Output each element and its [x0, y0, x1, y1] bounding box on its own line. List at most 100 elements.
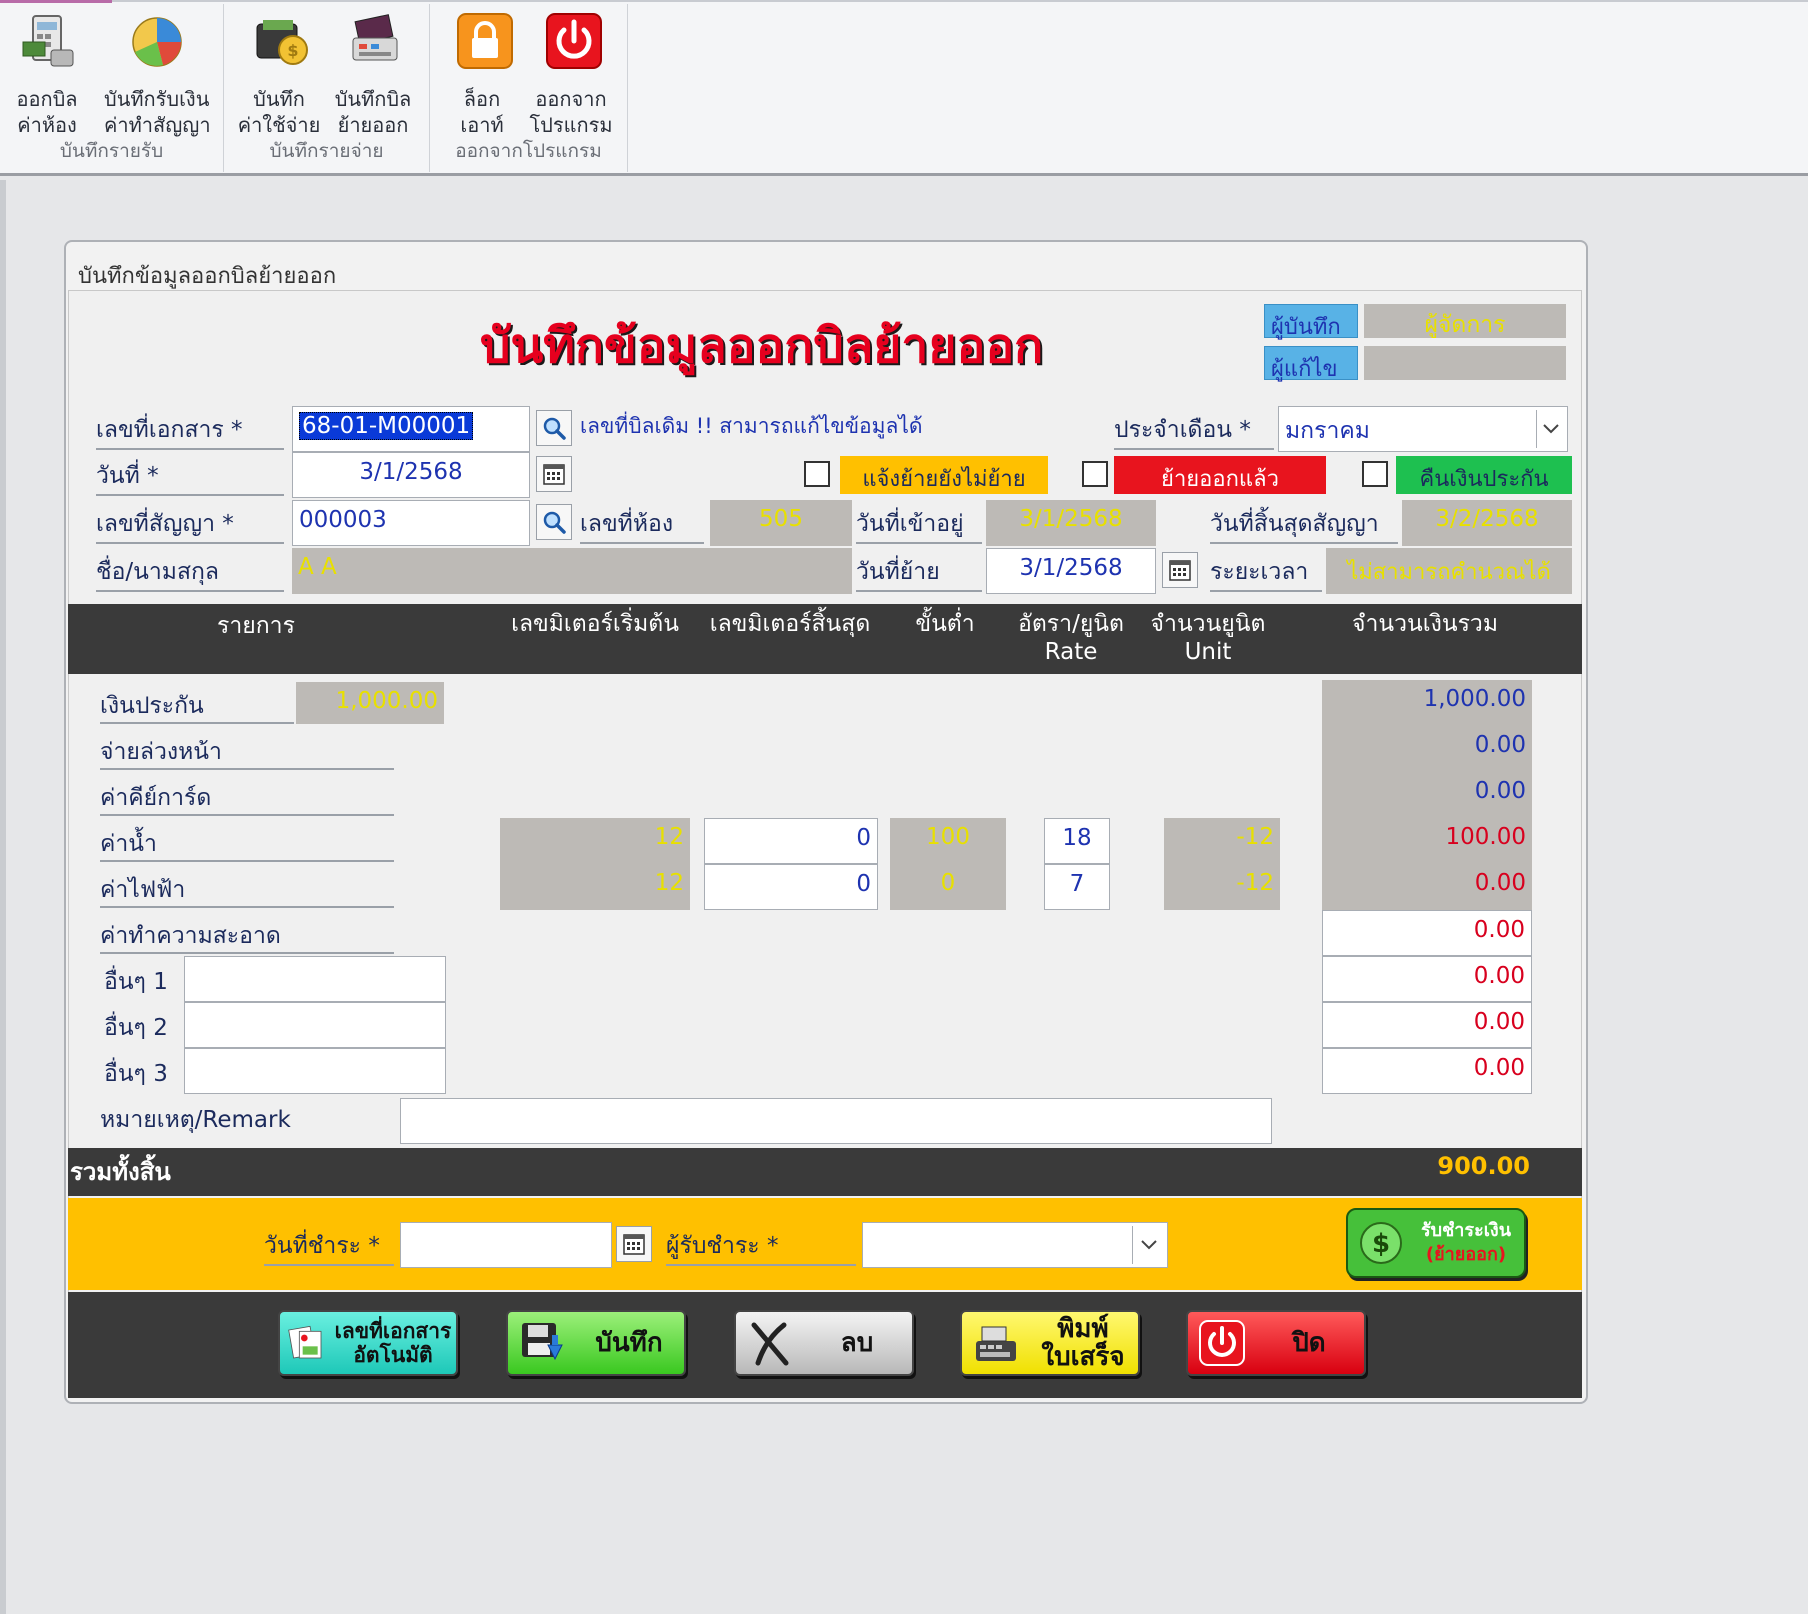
remark-label: หมายเหตุ/Remark [100, 1107, 291, 1133]
save-button[interactable]: บันทึก [506, 1310, 686, 1376]
contract-search-button[interactable] [536, 504, 572, 540]
month-label: ประจำเดือน * [1114, 408, 1274, 450]
ribbon-logout-label1: ล็อก [463, 87, 501, 111]
receive-payment-label1: รับชำระเงิน [1421, 1220, 1511, 1241]
close-label: ปิด [1292, 1328, 1326, 1358]
other1-label: อื่นๆ 1 [104, 969, 168, 995]
electric-minimum: 0 [890, 864, 1006, 910]
payment-date-picker-button[interactable] [616, 1226, 652, 1262]
electric-total: 0.00 [1322, 864, 1532, 910]
advance-label: จ่ายล่วงหน้า [100, 728, 394, 770]
ribbon-group-expense-label: บันทึกรายจ่าย [269, 140, 384, 162]
header-item: รายการ [217, 613, 295, 639]
doc-search-button[interactable] [536, 410, 572, 446]
ribbon-moveout-bill-label2: ย้ายออก [337, 113, 409, 137]
power-icon [1199, 1320, 1245, 1366]
name-value: A A [292, 548, 852, 594]
editor-value [1364, 346, 1566, 380]
date-input[interactable]: 3/1/2568 [292, 452, 530, 498]
deposit-value: 1,000.00 [296, 682, 444, 724]
x-mark-icon [751, 1322, 789, 1366]
receipt-printer-icon [352, 14, 398, 61]
other3-input[interactable] [184, 1048, 446, 1094]
ribbon-moveout-bill-button[interactable]: บันทึกบิล ย้ายออก [330, 10, 416, 140]
form-caption: บันทึกข้อมูลออกบิลย้ายออก [78, 264, 337, 289]
date-picker-button[interactable] [536, 456, 572, 492]
other1-input[interactable] [184, 956, 446, 1002]
receiver-select[interactable] [862, 1222, 1168, 1268]
ribbon-contract-payment-button[interactable]: บันทึกรับเงิน ค่าทำสัญญา [104, 10, 211, 140]
receiver-label: ผู้รับชำระ * [666, 1222, 856, 1266]
lock-icon [457, 13, 513, 69]
ribbon-exit-button[interactable]: ออกจาก โปรแกรม [528, 10, 614, 140]
water-meter-end-input[interactable]: 0 [704, 818, 878, 864]
ribbon-exit-label2: โปรแกรม [529, 113, 613, 137]
recorder-label: ผู้บันทึก [1264, 304, 1358, 340]
contract-label: เลขที่สัญญา * [96, 502, 284, 544]
ribbon-room-bill-label1: ออกบิล [16, 87, 78, 111]
electric-label: ค่าไฟฟ้า [100, 866, 394, 908]
print-label2: ใบเสร็จ [1041, 1342, 1125, 1372]
ribbon-tab-accent [0, 0, 112, 3]
deposit-label: เงินประกัน [100, 682, 294, 724]
receiver-dropdown-button[interactable] [1132, 1226, 1164, 1264]
water-rate-input[interactable]: 18 [1044, 818, 1110, 864]
ribbon-expense-label1: บันทึก [253, 87, 305, 111]
water-minimum: 100 [890, 818, 1006, 864]
payment-date-input[interactable] [400, 1222, 612, 1268]
print-label1: พิมพ์ [1057, 1314, 1109, 1344]
header-rate: อัตรา/ยูนิต Rate [1008, 610, 1134, 666]
doc-no-input-value: 68-01-M00001 [299, 412, 474, 440]
ribbon-exit-label1: ออกจาก [535, 87, 607, 111]
summary-label: รวมทั้งสิ้น [70, 1158, 171, 1186]
month-dropdown-button[interactable] [1536, 410, 1564, 448]
cash-register-icon [976, 1326, 1016, 1361]
header-unit: จำนวนยูนิต Unit [1140, 610, 1276, 666]
receive-payment-label2: (ย้ายออก) [1425, 1244, 1507, 1265]
keycard-label: ค่าคีย์การ์ด [100, 774, 394, 816]
chevron-down-icon [1542, 424, 1559, 434]
remark-input[interactable] [400, 1098, 1272, 1144]
pie-chart-icon [132, 17, 182, 67]
electric-meter-end-input[interactable]: 0 [704, 864, 878, 910]
status-moved-badge: ย้ายออกแล้ว [1114, 456, 1326, 494]
other2-total-input[interactable]: 0.00 [1322, 1002, 1532, 1048]
electric-rate-input[interactable]: 7 [1044, 864, 1110, 910]
water-label: ค่าน้ำ [100, 820, 394, 862]
other3-total-input[interactable]: 0.00 [1322, 1048, 1532, 1094]
other2-input[interactable] [184, 1002, 446, 1048]
close-button[interactable]: ปิด [1186, 1310, 1366, 1376]
ribbon-logout-button[interactable]: ล็อก เอาท์ [439, 10, 525, 140]
money-hand-icon: $ [1360, 1222, 1402, 1264]
notify-move-checkbox[interactable] [804, 461, 830, 487]
move-date-picker-button[interactable] [1162, 552, 1198, 588]
name-label: ชื่อ/นามสกุล [96, 550, 284, 592]
water-unit: -12 [1164, 818, 1280, 864]
auto-doc-number-button[interactable]: เลขที่เอกสาร อัตโนมัติ [278, 1310, 458, 1376]
print-receipt-button[interactable]: พิมพ์ ใบเสร็จ [960, 1310, 1140, 1376]
document-images-icon [288, 1325, 322, 1359]
doc-no-note: เลขที่บิลเดิม !! สามารถแก้ไขข้อมูลได้ [580, 414, 923, 438]
ribbon-contract-payment-label1: บันทึกรับเงิน [104, 87, 210, 111]
doc-no-input[interactable]: 68-01-M00001 [292, 406, 530, 452]
contract-input[interactable]: 000003 [292, 500, 530, 546]
moved-out-checkbox[interactable] [1082, 461, 1108, 487]
form-title: บันทึกข้อมูลออกบิลย้ายออก [480, 318, 1044, 374]
power-icon [546, 13, 602, 69]
refund-deposit-checkbox[interactable] [1362, 461, 1388, 487]
other1-total-input[interactable]: 0.00 [1322, 956, 1532, 1002]
header-rate-th: อัตรา/ยูนิต [1018, 611, 1124, 637]
move-date-input[interactable]: 3/1/2568 [986, 548, 1156, 594]
receive-payment-button[interactable]: $ รับชำระเงิน (ย้ายออก) [1346, 1208, 1526, 1278]
search-icon [543, 417, 566, 440]
summary-total: 900.00 [1437, 1152, 1530, 1180]
month-select[interactable]: มกราคม [1278, 406, 1568, 452]
cleaning-total-input[interactable]: 0.00 [1322, 910, 1532, 956]
delete-button[interactable]: ลบ [734, 1310, 914, 1376]
ribbon-moveout-bill-label1: บันทึกบิล [334, 87, 412, 111]
header-total: จำนวนเงินรวม [1352, 611, 1498, 637]
ribbon-room-bill-button[interactable]: ออกบิล ค่าห้อง [4, 10, 90, 140]
header-meter-start: เลขมิเตอร์เริ่มต้น [511, 611, 679, 637]
electric-meter-start: 12 [500, 864, 690, 910]
ribbon-expense-button[interactable]: $ บันทึก ค่าใช้จ่าย [236, 10, 322, 140]
